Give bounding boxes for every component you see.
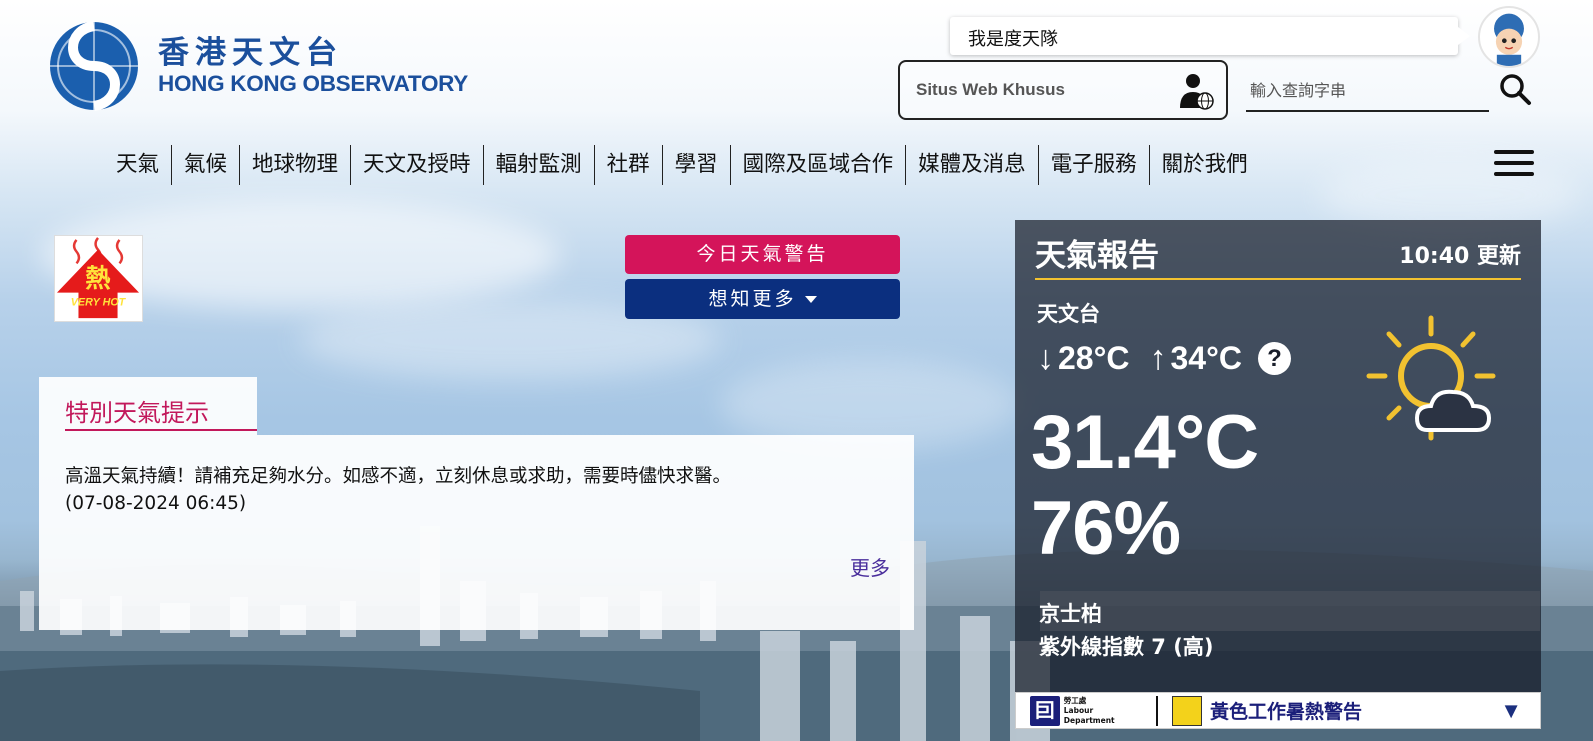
search-icon[interactable] [1498,72,1532,106]
weather-report-title: 天氣報告 [1035,238,1159,274]
logo-english-name: HONG KONG OBSERVATORY [158,70,468,96]
max-temperature: 34°C [1170,339,1243,376]
labour-department-heat-warning-bar[interactable]: 囙 勞工處 Labour Department 黃色工作暑熱警告 ▼ [1015,692,1541,729]
nav-item-geophysics[interactable]: 地球物理 [239,145,350,185]
weather-report-divider [1035,278,1521,280]
chatbot-avatar[interactable] [1478,6,1540,68]
main-navigation: 天氣 氣候 地球物理 天文及授時 輻射監測 社群 學習 國際及區域合作 媒體及消… [104,145,1260,185]
uv-index: 紫外線指數 7 (高) [1039,635,1214,659]
labour-department-emblem-icon: 囙 [1030,695,1060,726]
arrow-up-icon: ↑ [1149,338,1167,377]
nav-item-e-services[interactable]: 電子服務 [1037,145,1149,185]
special-website-button[interactable]: Situs Web Khusus [898,60,1228,120]
nav-item-about-us[interactable]: 關於我們 [1148,145,1260,185]
special-weather-tip-tab[interactable]: 特別天氣提示 [39,377,257,435]
yellow-heat-stress-icon [1172,695,1202,726]
learn-more-label: 想知更多 [708,288,797,310]
arrow-down-icon: ↓ [1037,338,1054,377]
nav-item-international[interactable]: 國際及區域合作 [729,145,906,185]
special-weather-tip-more-link[interactable]: 更多 [850,552,890,581]
weather-report-update-time: 10:40 更新 [1399,244,1521,269]
help-icon[interactable]: ? [1258,341,1291,375]
very-hot-zh-label: 熱 [85,263,110,293]
very-hot-warning-badge[interactable]: 熱 VERY HOT [54,235,143,322]
special-website-label: Situs Web Khusus [916,80,1065,99]
very-hot-warning-icon: 熱 VERY HOT [56,237,140,319]
special-weather-tip-panel: 高溫天氣持續！請補充足夠水分。如感不適，立刻休息或求助，需要時儘快求醫。 (07… [39,435,914,630]
very-hot-en-label: VERY HOT [71,296,127,308]
min-max-temperature: ↓ 28°C ↑ 34°C ? [1037,338,1291,378]
chatbot-prompt-bubble[interactable]: 我是度天隊 [950,17,1470,55]
min-temperature: 28°C [1058,339,1130,376]
nav-item-community[interactable]: 社群 [593,145,662,185]
special-weather-tip-text: 高溫天氣持續！請補充足夠水分。如感不適，立刻休息或求助，需要時儘快求醫。 [65,466,732,487]
hamburger-menu-icon[interactable] [1494,150,1534,180]
nav-item-learning[interactable]: 學習 [661,145,730,185]
hko-emblem-icon [50,20,138,111]
sunny-periods-icon [1366,315,1496,441]
caret-down-icon [804,296,817,303]
labour-department-en: Labour Department [1063,705,1115,725]
nav-item-climate[interactable]: 氣候 [171,145,239,185]
nav-item-astronomy-time[interactable]: 天文及授時 [350,145,483,185]
current-humidity: 76% [1031,486,1181,571]
search-input[interactable] [1246,70,1489,112]
logo-chinese-name: 香港天文台 [158,34,343,71]
special-weather-tip-datetime: (07-08-2024 06:45) [65,493,247,514]
hko-logo[interactable]: 香港天文台 HONG KONG OBSERVATORY [38,18,488,113]
accessibility-person-globe-icon [1180,74,1214,110]
weather-station-name: 天文台 [1037,302,1100,326]
nav-item-media[interactable]: 媒體及消息 [905,145,1038,185]
labour-department-zh: 勞工處 [1063,695,1087,705]
labour-department-logo: 囙 勞工處 Labour Department [1030,694,1146,727]
learn-more-dropdown-button[interactable]: 想知更多 [625,279,900,319]
nav-item-weather[interactable]: 天氣 [104,145,171,185]
uv-station-name: 京士柏 [1039,602,1102,626]
expand-arrow-icon[interactable]: ▼ [1500,698,1522,724]
divider [1156,695,1158,726]
current-temperature: 31.4°C [1031,400,1259,485]
weather-report-panel: 天氣報告 10:40 更新 天文台 ↓ 28°C ↑ 34°C ? 31.4°C… [1015,220,1541,692]
today-weather-warning-button[interactable]: 今日天氣警告 [625,235,900,274]
heat-stress-warning-text: 黃色工作暑熱警告 [1210,701,1363,723]
special-weather-tip-title: 特別天氣提示 [65,399,209,427]
mascot-icon [1494,13,1524,66]
nav-item-radiation[interactable]: 輻射監測 [482,145,594,185]
